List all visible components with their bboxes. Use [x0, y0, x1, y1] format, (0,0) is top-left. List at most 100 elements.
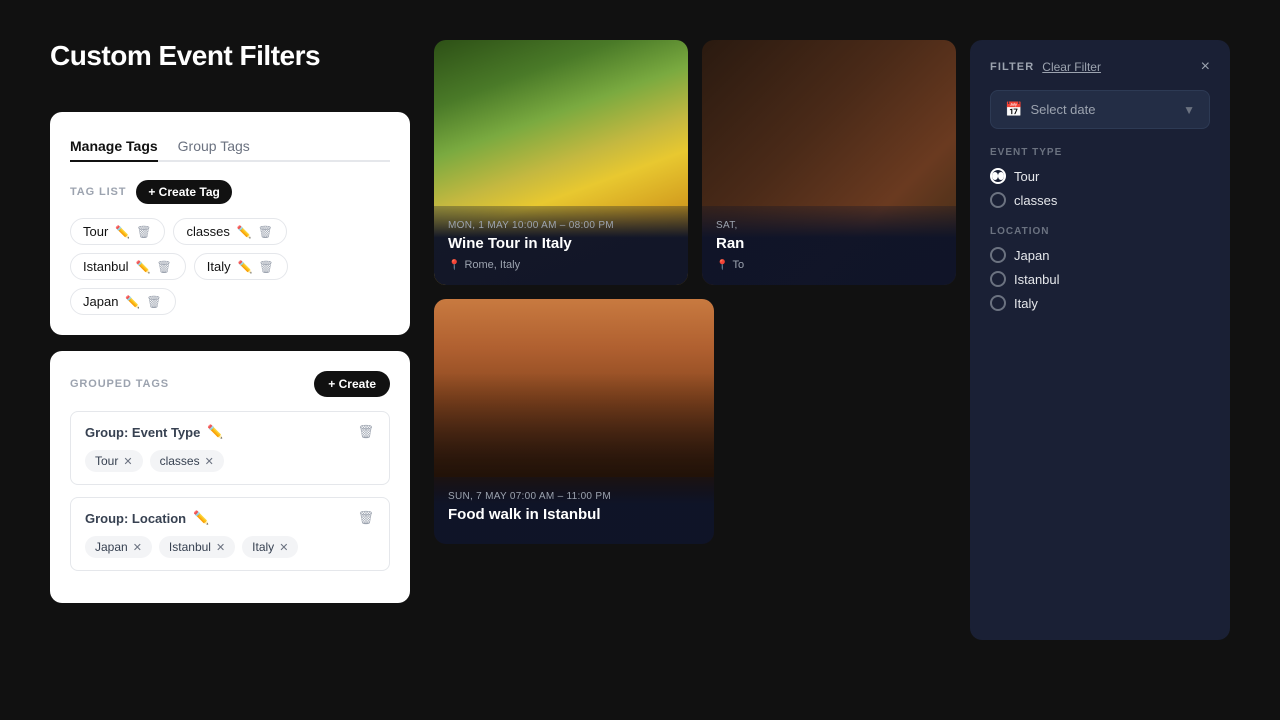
radio-italy[interactable]: Italy [990, 295, 1210, 311]
istanbul-meta: SUN, 7 MAY 07:00 AM – 11:00 PM [448, 491, 700, 502]
filter-event-type-section: EVENT TYPE Tour classes [990, 147, 1210, 208]
date-select-left: 📅 Select date [1005, 101, 1095, 118]
create-tag-button[interactable]: + Create Tag [136, 180, 231, 204]
grouped-tags-label: GROUPED TAGS [70, 378, 169, 390]
clear-filter-button[interactable]: Clear Filter [1042, 60, 1101, 74]
filter-title-row: FILTER Clear Filter [990, 60, 1101, 74]
page-title: Custom Event Filters [50, 40, 410, 72]
radio-tour[interactable]: Tour [990, 168, 1210, 184]
partial-location: 📍 To [716, 259, 942, 271]
tag-item-tour: Tour ✏️ 🗑 [70, 218, 165, 245]
group-event-type-title: Group: Event Type ✏️ [85, 424, 225, 440]
radio-circle-istanbul [990, 271, 1006, 287]
events-panel: MON, 1 MAY 10:00 AM – 08:00 PM Wine Tour… [434, 40, 956, 680]
location-pin-icon2: 📍 [716, 260, 728, 271]
group-chip-japan: Japan ✕ [85, 536, 152, 558]
remove-tour-chip[interactable]: ✕ [123, 455, 132, 468]
remove-italy-chip[interactable]: ✕ [279, 541, 288, 554]
group-chip-tour: Tour ✕ [85, 450, 143, 472]
radio-circle-classes [990, 192, 1006, 208]
edit-japan-button[interactable]: ✏️ [124, 295, 141, 309]
radio-circle-japan [990, 247, 1006, 263]
radio-label-classes: classes [1014, 193, 1057, 208]
main-layout: Custom Event Filters Manage Tags Group T… [50, 40, 1230, 680]
radio-label-tour: Tour [1014, 169, 1039, 184]
delete-group-location-button[interactable]: 🗑 [356, 510, 375, 526]
tag-list-label: TAG LIST [70, 186, 126, 198]
event-card-wine-tour[interactable]: MON, 1 MAY 10:00 AM – 08:00 PM Wine Tour… [434, 40, 688, 285]
edit-italy-button[interactable]: ✏️ [237, 260, 254, 274]
filter-location-section: LOCATION Japan Istanbul Italy [990, 226, 1210, 311]
date-select-label: Select date [1030, 102, 1095, 117]
tag-item-japan: Japan ✏️ 🗑 [70, 288, 176, 315]
edit-classes-button[interactable]: ✏️ [236, 225, 253, 239]
radio-label-japan: Japan [1014, 248, 1049, 263]
events-row-2: SUN, 7 MAY 07:00 AM – 11:00 PM Food walk… [434, 299, 956, 544]
filter-header: FILTER Clear Filter × [990, 58, 1210, 76]
tag-icons-classes: ✏️ 🗑 [236, 225, 274, 239]
delete-japan-button[interactable]: 🗑 [145, 295, 162, 309]
create-group-button[interactable]: + Create [314, 371, 390, 397]
group-location-title-row: Group: Location ✏️ 🗑 [85, 510, 375, 526]
wine-tour-title: Wine Tour in Italy [448, 235, 674, 253]
events-list: MON, 1 MAY 10:00 AM – 08:00 PM Wine Tour… [434, 40, 956, 544]
tag-name-tour: Tour [83, 224, 108, 239]
remove-japan-chip[interactable]: ✕ [133, 541, 142, 554]
radio-classes[interactable]: classes [990, 192, 1210, 208]
tag-icons-japan: ✏️ 🗑 [124, 295, 162, 309]
event-card-istanbul[interactable]: SUN, 7 MAY 07:00 AM – 11:00 PM Food walk… [434, 299, 714, 544]
partial-overlay: SAT, Ran 📍 To [702, 206, 956, 285]
location-section-title: LOCATION [990, 226, 1210, 237]
remove-istanbul-chip[interactable]: ✕ [216, 541, 225, 554]
wine-tour-meta: MON, 1 MAY 10:00 AM – 08:00 PM [448, 220, 674, 231]
radio-circle-tour [990, 168, 1006, 184]
group-event-type: Group: Event Type ✏️ 🗑 Tour ✕ classes ✕ [70, 411, 390, 485]
edit-istanbul-button[interactable]: ✏️ [135, 260, 152, 274]
delete-group-event-type-button[interactable]: 🗑 [356, 424, 375, 440]
tag-icons-istanbul: ✏️ 🗑 [135, 260, 173, 274]
tag-icons-italy: ✏️ 🗑 [237, 260, 275, 274]
calendar-icon: 📅 [1005, 101, 1022, 118]
group-location: Group: Location ✏️ 🗑 Japan ✕ Istanbul ✕ [70, 497, 390, 571]
tag-item-italy: Italy ✏️ 🗑 [194, 253, 288, 280]
istanbul-overlay: SUN, 7 MAY 07:00 AM – 11:00 PM Food walk… [434, 477, 714, 544]
delete-italy-button[interactable]: 🗑 [258, 260, 275, 274]
tag-item-istanbul: Istanbul ✏️ 🗑 [70, 253, 186, 280]
grouped-tags-header: GROUPED TAGS + Create [70, 371, 390, 397]
group-event-type-title-row: Group: Event Type ✏️ 🗑 [85, 424, 375, 440]
date-select-dropdown[interactable]: 📅 Select date ▼ [990, 90, 1210, 129]
partial-title: Ran [716, 235, 942, 253]
radio-istanbul[interactable]: Istanbul [990, 271, 1210, 287]
tag-item-classes: classes ✏️ 🗑 [173, 218, 287, 245]
radio-label-italy: Italy [1014, 296, 1038, 311]
wine-tour-location: 📍 Rome, Italy [448, 259, 674, 271]
tag-name-istanbul: Istanbul [83, 259, 129, 274]
tags-grid: Tour ✏️ 🗑 classes ✏️ 🗑 Istanbul [70, 218, 390, 315]
istanbul-title: Food walk in Istanbul [448, 506, 700, 524]
edit-group-event-type-button[interactable]: ✏️ [206, 424, 224, 440]
tag-name-classes: classes [186, 224, 229, 239]
remove-classes-chip[interactable]: ✕ [205, 455, 214, 468]
edit-group-location-button[interactable]: ✏️ [192, 510, 210, 526]
tag-list-header: TAG LIST + Create Tag [70, 180, 390, 204]
group-event-type-tags: Tour ✕ classes ✕ [85, 450, 375, 472]
delete-tour-button[interactable]: 🗑 [135, 225, 152, 239]
tab-manage-tags[interactable]: Manage Tags [70, 132, 158, 162]
filter-close-button[interactable]: × [1201, 58, 1210, 76]
delete-istanbul-button[interactable]: 🗑 [156, 260, 173, 274]
tag-name-japan: Japan [83, 294, 118, 309]
group-location-tags: Japan ✕ Istanbul ✕ Italy ✕ [85, 536, 375, 558]
event-card-partial[interactable]: SAT, Ran 📍 To [702, 40, 956, 285]
left-panel: Custom Event Filters Manage Tags Group T… [50, 40, 410, 680]
delete-classes-button[interactable]: 🗑 [257, 225, 274, 239]
group-location-title: Group: Location ✏️ [85, 510, 210, 526]
tag-icons-tour: ✏️ 🗑 [114, 225, 152, 239]
tab-group-tags[interactable]: Group Tags [178, 132, 250, 162]
radio-label-istanbul: Istanbul [1014, 272, 1060, 287]
tag-name-italy: Italy [207, 259, 231, 274]
radio-japan[interactable]: Japan [990, 247, 1210, 263]
chevron-down-icon: ▼ [1183, 103, 1195, 117]
grouped-tags-card: GROUPED TAGS + Create Group: Event Type … [50, 351, 410, 603]
filter-panel: FILTER Clear Filter × 📅 Select date ▼ EV… [970, 40, 1230, 640]
edit-tour-button[interactable]: ✏️ [114, 225, 131, 239]
